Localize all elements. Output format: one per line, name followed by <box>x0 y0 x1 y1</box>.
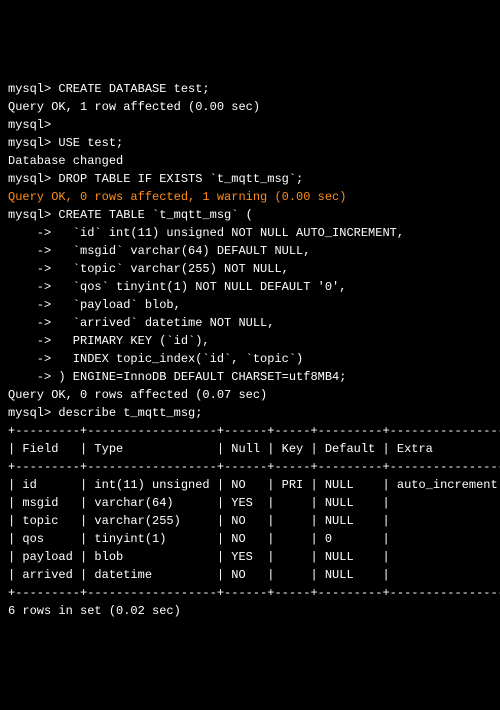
terminal-line: -> PRIMARY KEY (`id`), <box>8 332 492 350</box>
terminal-line: mysql> USE test; <box>8 134 492 152</box>
terminal-line: Query OK, 0 rows affected (0.07 sec) <box>8 386 492 404</box>
terminal-line: 6 rows in set (0.02 sec) <box>8 602 492 620</box>
terminal-line: -> `id` int(11) unsigned NOT NULL AUTO_I… <box>8 224 492 242</box>
terminal-line: | qos | tinyint(1) | NO | | 0 | | <box>8 530 492 548</box>
terminal-line: | msgid | varchar(64) | YES | | NULL | | <box>8 494 492 512</box>
terminal-output: mysql> CREATE DATABASE test;Query OK, 1 … <box>8 80 492 620</box>
terminal-line: +---------+------------------+------+---… <box>8 422 492 440</box>
terminal-line: Query OK, 1 row affected (0.00 sec) <box>8 98 492 116</box>
terminal-line: -> `payload` blob, <box>8 296 492 314</box>
terminal-line: | payload | blob | YES | | NULL | | <box>8 548 492 566</box>
terminal-line: -> ) ENGINE=InnoDB DEFAULT CHARSET=utf8M… <box>8 368 492 386</box>
terminal-line: +---------+------------------+------+---… <box>8 458 492 476</box>
terminal-line: | arrived | datetime | NO | | NULL | | <box>8 566 492 584</box>
terminal-line: | topic | varchar(255) | NO | | NULL | | <box>8 512 492 530</box>
terminal-line: mysql> DROP TABLE IF EXISTS `t_mqtt_msg`… <box>8 170 492 188</box>
terminal-line: -> `msgid` varchar(64) DEFAULT NULL, <box>8 242 492 260</box>
terminal-line: mysql> CREATE TABLE `t_mqtt_msg` ( <box>8 206 492 224</box>
terminal-line: mysql> describe t_mqtt_msg; <box>8 404 492 422</box>
terminal-line: Database changed <box>8 152 492 170</box>
terminal-line: | Field | Type | Null | Key | Default | … <box>8 440 492 458</box>
terminal-line: mysql> <box>8 116 492 134</box>
terminal-line: | id | int(11) unsigned | NO | PRI | NUL… <box>8 476 492 494</box>
terminal-line: mysql> CREATE DATABASE test; <box>8 80 492 98</box>
terminal-line: -> `qos` tinyint(1) NOT NULL DEFAULT '0'… <box>8 278 492 296</box>
terminal-line: +---------+------------------+------+---… <box>8 584 492 602</box>
terminal-line: -> `arrived` datetime NOT NULL, <box>8 314 492 332</box>
terminal-line: -> INDEX topic_index(`id`, `topic`) <box>8 350 492 368</box>
terminal-line: -> `topic` varchar(255) NOT NULL, <box>8 260 492 278</box>
terminal-line: Query OK, 0 rows affected, 1 warning (0.… <box>8 188 492 206</box>
